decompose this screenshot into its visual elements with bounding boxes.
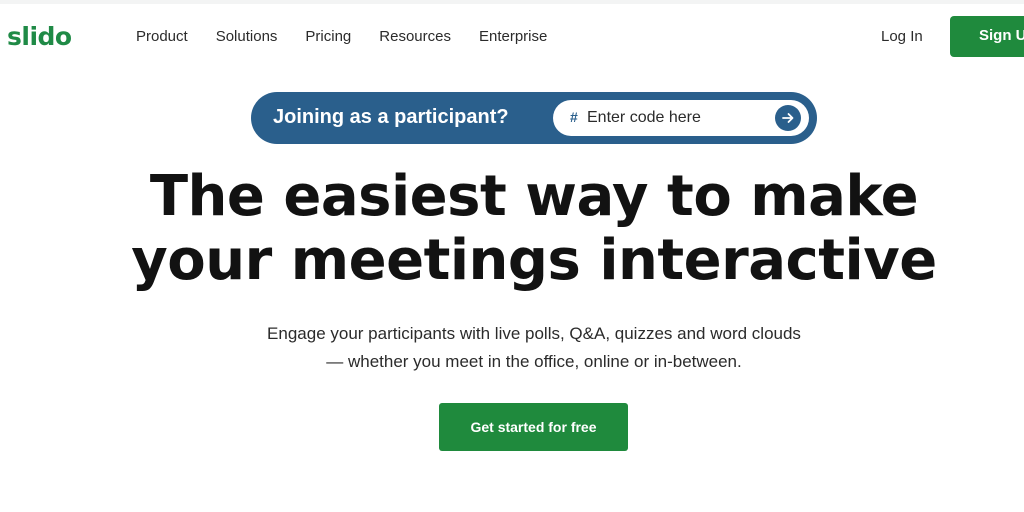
main-nav: Product Solutions Pricing Resources Ente… <box>136 28 575 45</box>
slido-logo[interactable]: slido <box>7 22 72 51</box>
top-strip <box>0 0 1024 4</box>
join-submit-button[interactable] <box>775 105 801 131</box>
get-started-button[interactable]: Get started for free <box>439 403 628 451</box>
hero-headline-line-2: your meetings interactive <box>131 228 937 293</box>
login-link[interactable]: Log In <box>881 28 923 45</box>
nav-item-enterprise[interactable]: Enterprise <box>479 28 547 45</box>
signup-button[interactable]: Sign Up <box>950 16 1024 57</box>
join-label: Joining as a participant? <box>273 106 509 128</box>
event-code-box: # <box>553 100 809 136</box>
hero-subtitle-line-1: Engage your participants with live polls… <box>267 324 801 343</box>
arrow-right-icon <box>782 113 794 123</box>
hash-icon: # <box>570 109 578 125</box>
nav-item-solutions[interactable]: Solutions <box>216 28 278 45</box>
hero-headline-line-1: The easiest way to make <box>149 164 919 229</box>
hero-subtitle: Engage your participants with live polls… <box>0 320 1024 376</box>
page: slido Product Solutions Pricing Resource… <box>0 0 1024 512</box>
nav-item-product[interactable]: Product <box>136 28 188 45</box>
hero-subtitle-line-2: — whether you meet in the office, online… <box>326 352 742 371</box>
hero-headline: The easiest way to make your meetings in… <box>0 165 1024 293</box>
join-event-bar: Joining as a participant? # <box>251 92 817 144</box>
nav-item-pricing[interactable]: Pricing <box>305 28 351 45</box>
event-code-input[interactable] <box>587 106 767 130</box>
nav-item-resources[interactable]: Resources <box>379 28 451 45</box>
